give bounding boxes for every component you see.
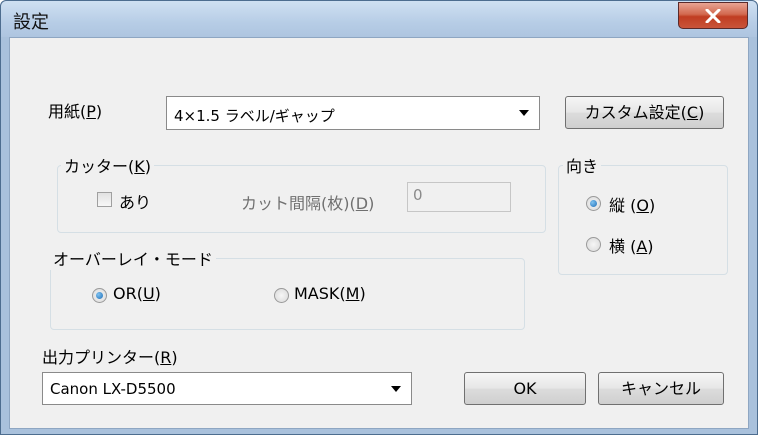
- orientation-group-legend: 向き: [563, 153, 602, 177]
- or-mode-label: OR(U): [113, 284, 161, 303]
- overlay-group-legend: オーバーレイ・モード: [50, 246, 216, 270]
- paper-select[interactable]: 4×1.5 ラベル/ギャップ: [166, 96, 540, 130]
- printer-select-value: Canon LX-D5500: [50, 380, 176, 398]
- landscape-label: 横 (A): [609, 237, 654, 256]
- mask-mode-radio[interactable]: [274, 288, 289, 303]
- paper-select-value: 4×1.5 ラベル/ギャップ: [174, 107, 335, 125]
- cutter-group-legend: カッター(K): [61, 153, 154, 177]
- chevron-down-icon: [519, 110, 529, 116]
- custom-settings-button[interactable]: カスタム設定(C): [565, 96, 724, 129]
- printer-label: 出力プリンター(R): [42, 348, 178, 367]
- orientation-group: [558, 165, 728, 275]
- ok-button[interactable]: OK: [464, 372, 586, 405]
- title-bar[interactable]: 設定: [1, 1, 757, 37]
- dialog-title: 設定: [13, 12, 49, 33]
- landscape-radio[interactable]: [586, 237, 601, 252]
- portrait-label: 縦 (O): [609, 196, 656, 215]
- close-button[interactable]: [678, 2, 748, 29]
- paper-label: 用紙(P): [48, 102, 103, 121]
- cutter-checkbox-label: あり: [119, 193, 152, 212]
- dialog-body: 用紙(P) 4×1.5 ラベル/ギャップ カスタム設定(C) カッター(K) あ…: [9, 37, 749, 429]
- chevron-down-icon: [391, 385, 401, 392]
- close-icon: [705, 9, 721, 23]
- mask-mode-label: MASK(M): [294, 284, 366, 303]
- printer-select[interactable]: Canon LX-D5500: [42, 372, 412, 405]
- settings-dialog: 設定 用紙(P) 4×1.5 ラベル/ギャップ カスタム設定(C) カッター(K…: [0, 0, 758, 435]
- or-mode-radio[interactable]: [92, 288, 107, 303]
- cut-interval-input[interactable]: 0: [407, 182, 511, 212]
- cancel-button[interactable]: キャンセル: [598, 372, 724, 405]
- cutter-checkbox[interactable]: [97, 192, 112, 207]
- portrait-radio[interactable]: [586, 196, 601, 211]
- cut-interval-label: カット間隔(枚)(D): [241, 194, 375, 213]
